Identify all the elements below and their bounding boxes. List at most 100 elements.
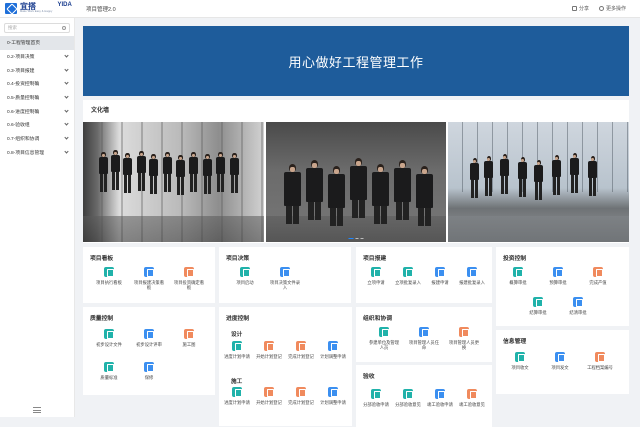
card-title: 项目报建 bbox=[363, 256, 387, 262]
banner: 用心做好工程管理工作 bbox=[83, 26, 629, 96]
decision-file-tile[interactable]: 项目决策文件录入 bbox=[269, 267, 301, 291]
acceptance-part-apply-tile[interactable]: 分部验收申请 bbox=[360, 389, 392, 407]
carousel-dots[interactable] bbox=[348, 237, 364, 239]
acceptance-part-opinion-tile[interactable]: 分部验收意见 bbox=[392, 389, 424, 407]
info-send-tile[interactable]: 项目发文 bbox=[544, 352, 576, 370]
investment-output-tile[interactable]: 完成产值 bbox=[582, 267, 614, 285]
photo-carousel[interactable] bbox=[83, 122, 630, 242]
dashboard-investment-tile[interactable]: 项目投资确定看板 bbox=[173, 267, 205, 291]
sidebar-item-organization[interactable]: 0.7-组织和协调 bbox=[0, 132, 74, 146]
doc-icon bbox=[144, 362, 154, 372]
tile-label: 立项批复录入 bbox=[395, 280, 421, 285]
quality-warranty-tile[interactable]: 保修 bbox=[133, 362, 165, 380]
doc-icon bbox=[371, 389, 381, 399]
sidebar-item-information[interactable]: 0.8-项目信息管理 bbox=[0, 146, 74, 160]
team-photo-1 bbox=[83, 122, 264, 242]
sidebar-item-approval[interactable]: 0.3-项目报建 bbox=[0, 63, 74, 77]
culture-wall-title: 文化墙 bbox=[91, 107, 110, 114]
schedule-design-title: 设计 bbox=[231, 332, 243, 338]
tile-label: 完成计划登记 bbox=[288, 354, 314, 359]
culture-wall: 文化墙 bbox=[83, 100, 630, 243]
dashboard-execution-tile[interactable]: 项目执行看板 bbox=[93, 267, 125, 285]
collapse-sidebar-icon[interactable] bbox=[33, 407, 41, 413]
quality-design-file-tile[interactable]: 初步设计文件 bbox=[93, 329, 125, 347]
share-button[interactable]: 分享 bbox=[571, 5, 589, 12]
sidebar-item-home[interactable]: 0-工程管理首页 bbox=[0, 36, 74, 50]
tile-label: 计划调整申请 bbox=[320, 354, 346, 359]
chevron-down-icon bbox=[64, 80, 69, 86]
info-receive-tile[interactable]: 项目收文 bbox=[504, 352, 536, 370]
construction-plan-adjust-tile[interactable]: 计划调整申请 bbox=[317, 387, 349, 405]
dashboard-approval-tile[interactable]: 项目报建决策看板 bbox=[133, 267, 165, 291]
doc-icon bbox=[419, 327, 429, 337]
card-title: 项目看板 bbox=[90, 256, 114, 262]
doc-icon bbox=[403, 389, 413, 399]
approval-build-reply-tile[interactable]: 报建批复录入 bbox=[456, 267, 488, 285]
doc-icon bbox=[435, 267, 445, 277]
quality-standard-tile[interactable]: 质量标准 bbox=[93, 362, 125, 380]
acceptance-final-apply-tile[interactable]: 竣工验收申请 bbox=[424, 389, 456, 407]
quality-design-review-tile[interactable]: 初步设计评审 bbox=[133, 329, 165, 347]
tile-label: 预算审批 bbox=[549, 280, 567, 285]
sidebar-item-acceptance[interactable]: 0.6-验收组 bbox=[0, 118, 74, 132]
design-plan-start-tile[interactable]: 开始计划登记 bbox=[253, 341, 285, 359]
card-approval: 项目报建 立项申请 立项批复录入 报建申请 报建批复录入 bbox=[356, 247, 492, 303]
org-appoint-tile[interactable]: 项目管理人员任命 bbox=[408, 327, 440, 351]
org-units-tile[interactable]: 参建单位及管理人员 bbox=[368, 327, 400, 351]
top-bar: 宜搭 Make Work Easy & Happy YIDA 项目管理2.0 分… bbox=[0, 0, 640, 18]
card-investment: 投资控制 概算审批 预算审批 完成产值 结算审批 结清审批 bbox=[496, 247, 629, 326]
more-actions-button[interactable]: 更多操作 bbox=[598, 5, 626, 12]
sidebar: 搜索 0-工程管理首页 0.2-项目决策 0.3-项目报建 0.4-投资控制确 … bbox=[0, 18, 75, 417]
schedule-construction-title: 施工 bbox=[231, 379, 243, 385]
more-actions-label: 更多操作 bbox=[605, 6, 626, 12]
card-schedule: 进度控制 设计 进度计划申请 开始计划登记 完成计划登记 计划调整申请 施工 进… bbox=[219, 307, 352, 426]
approval-reply-tile[interactable]: 立项批复录入 bbox=[392, 267, 424, 285]
design-plan-complete-tile[interactable]: 完成计划登记 bbox=[285, 341, 317, 359]
team-photo-3 bbox=[448, 122, 630, 242]
search-icon bbox=[62, 26, 66, 30]
tile-label: 进度计划申请 bbox=[224, 400, 250, 405]
sidebar-item-decision[interactable]: 0.2-项目决策 bbox=[0, 50, 74, 64]
chevron-down-icon bbox=[64, 108, 69, 113]
tile-label: 竣工验收意见 bbox=[459, 402, 485, 407]
logo-icon bbox=[5, 3, 17, 14]
tile-label: 分部验收申请 bbox=[363, 402, 389, 407]
tile-label: 立项申请 bbox=[367, 280, 385, 285]
construction-plan-complete-tile[interactable]: 完成计划登记 bbox=[285, 387, 317, 405]
quality-drawing-tile[interactable]: 施工图 bbox=[173, 329, 205, 347]
doc-icon bbox=[593, 267, 603, 277]
org-replace-tile[interactable]: 项目管理人员更换 bbox=[448, 327, 480, 351]
sidebar-item-label: 0.4-投资控制确 bbox=[7, 82, 40, 88]
share-label: 分享 bbox=[578, 6, 589, 12]
acceptance-final-opinion-tile[interactable]: 竣工验收意见 bbox=[456, 389, 488, 407]
doc-icon bbox=[379, 327, 389, 337]
sidebar-item-label: 0.8-项目信息管理 bbox=[7, 150, 45, 156]
investment-settlement-tile[interactable]: 结算审批 bbox=[522, 297, 554, 315]
design-plan-adjust-tile[interactable]: 计划调整申请 bbox=[317, 341, 349, 359]
doc-icon bbox=[296, 387, 306, 397]
construction-plan-start-tile[interactable]: 开始计划登记 bbox=[253, 387, 285, 405]
approval-build-tile[interactable]: 报建申请 bbox=[424, 267, 456, 285]
tile-label: 项目管理人员更换 bbox=[448, 340, 480, 351]
approval-apply-tile[interactable]: 立项申请 bbox=[360, 267, 392, 285]
logo[interactable]: 宜搭 Make Work Easy & Happy YIDA bbox=[0, 0, 78, 18]
sidebar-item-schedule[interactable]: 0.6-进度控制确 bbox=[0, 104, 74, 118]
doc-icon bbox=[553, 267, 563, 277]
investment-clearance-tile[interactable]: 结清审批 bbox=[562, 297, 594, 315]
info-archive-tile[interactable]: 工程档案编号 bbox=[584, 352, 616, 370]
card-title: 验收 bbox=[363, 374, 375, 380]
investment-estimate-tile[interactable]: 概算审批 bbox=[502, 267, 534, 285]
doc-icon bbox=[573, 297, 583, 307]
decision-start-tile[interactable]: 项目启动 bbox=[229, 267, 261, 285]
card-acceptance: 验收 分部验收申请 分部验收意见 竣工验收申请 竣工验收意见 bbox=[356, 365, 492, 427]
sidebar-item-investment[interactable]: 0.4-投资控制确 bbox=[0, 77, 74, 91]
sidebar-item-quality[interactable]: 0.5-质量控制确 bbox=[0, 91, 74, 105]
construction-plan-apply-tile[interactable]: 进度计划申请 bbox=[221, 387, 253, 405]
tile-label: 项目收文 bbox=[511, 365, 529, 370]
tile-label: 初步设计评审 bbox=[136, 342, 162, 347]
search-input[interactable]: 搜索 bbox=[4, 23, 70, 33]
design-plan-apply-tile[interactable]: 进度计划申请 bbox=[221, 341, 253, 359]
tile-label: 计划调整申请 bbox=[320, 400, 346, 405]
doc-icon bbox=[144, 267, 154, 277]
investment-budget-tile[interactable]: 预算审批 bbox=[542, 267, 574, 285]
